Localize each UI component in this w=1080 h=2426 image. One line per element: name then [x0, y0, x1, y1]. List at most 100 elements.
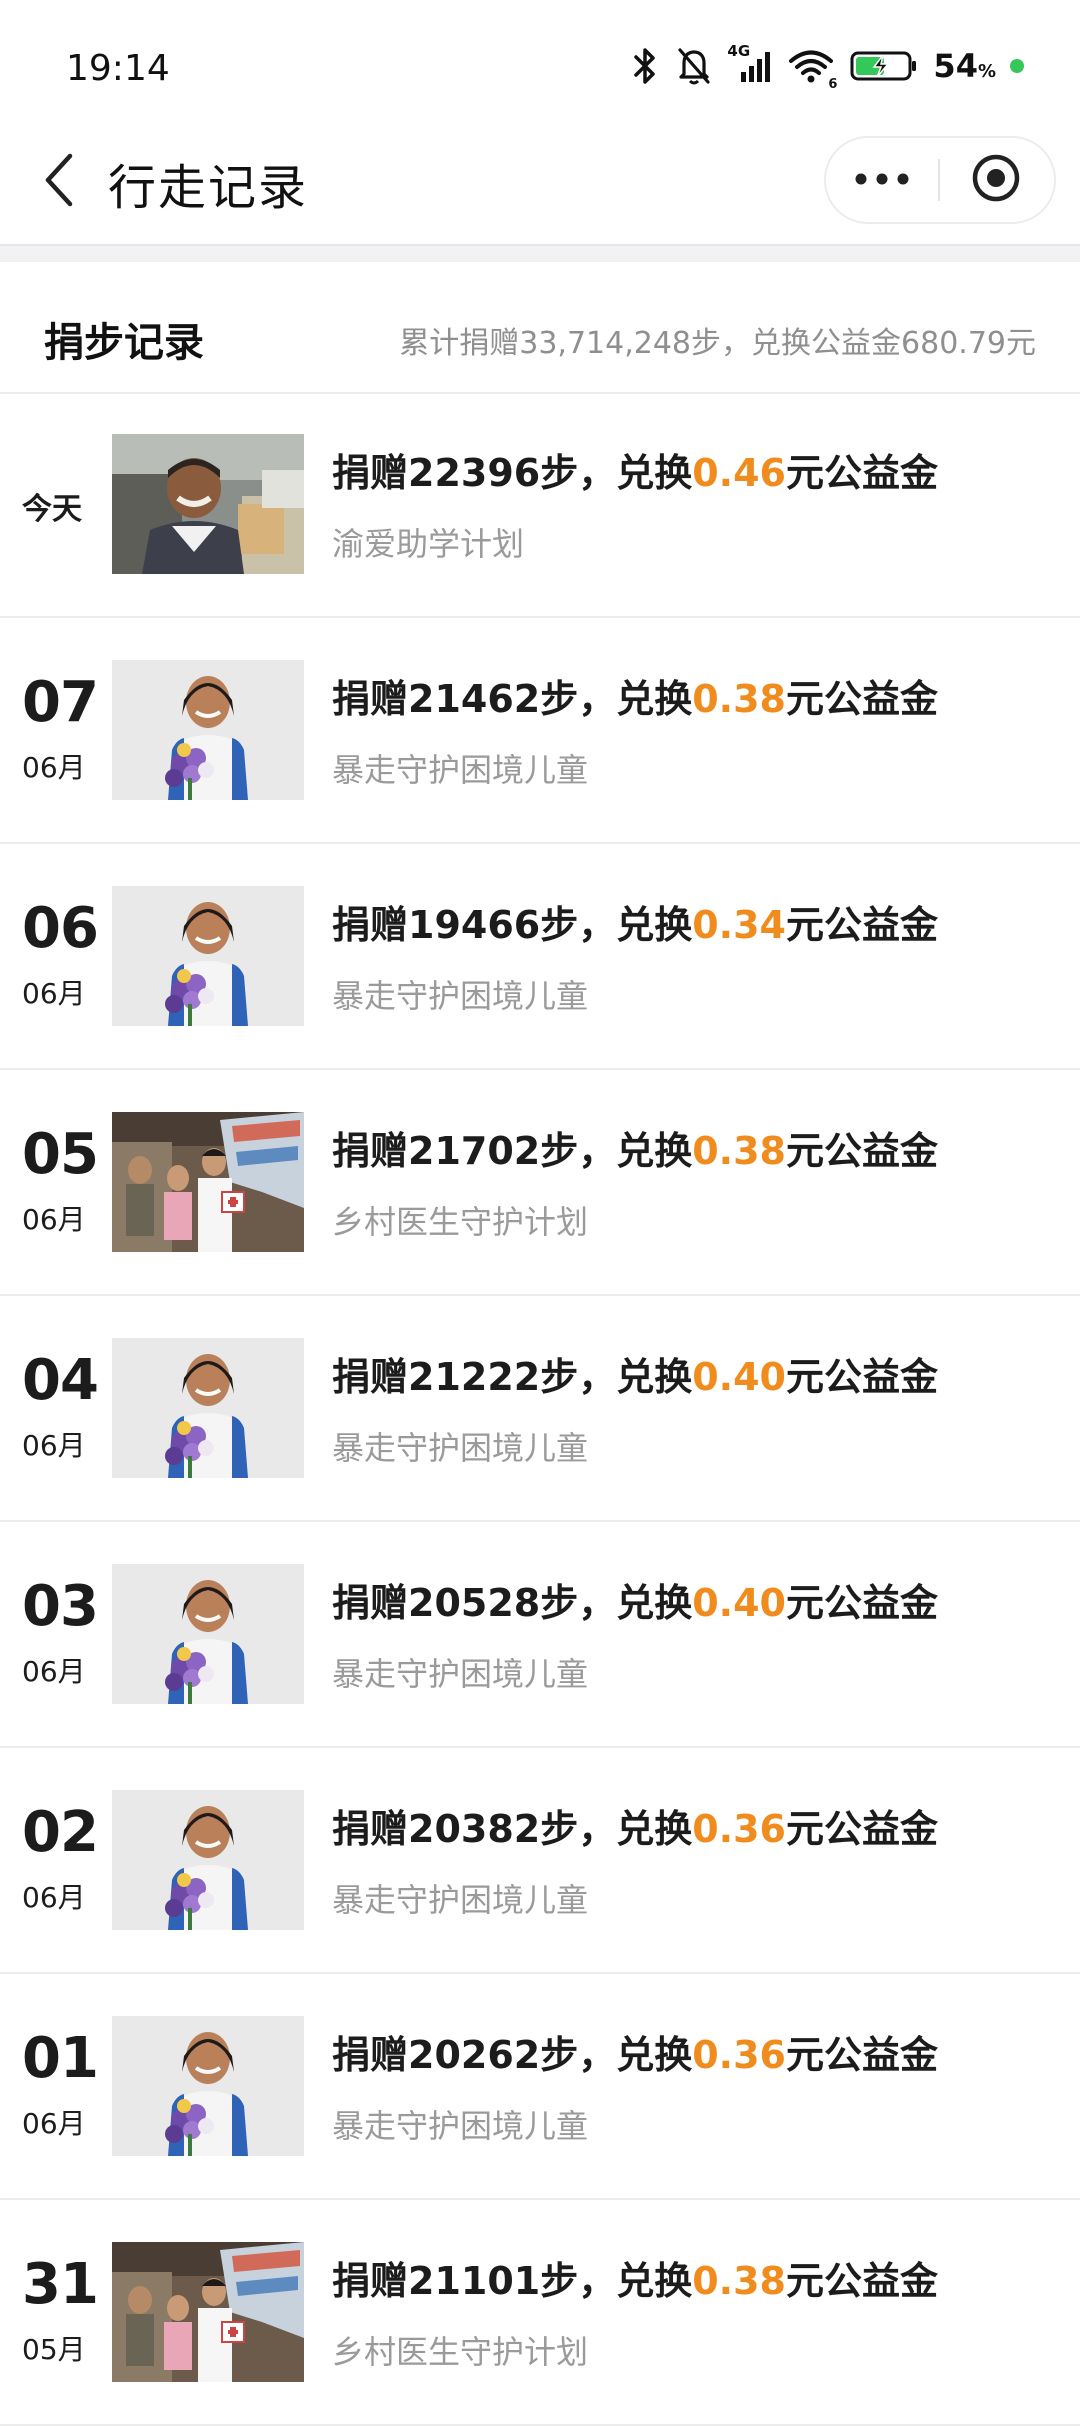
record-info: 捐赠20262步，兑换0.36元公益金暴走守护困境儿童	[332, 2024, 1060, 2147]
record-amount: 0.34	[692, 903, 786, 947]
project-thumbnail[interactable]	[112, 2242, 304, 2382]
record-amount: 0.36	[692, 2033, 786, 2077]
record-headline: 捐赠20382步，兑换0.36元公益金	[332, 1798, 1060, 1853]
record-month: 05月	[22, 2333, 86, 2366]
project-thumbnail[interactable]	[112, 434, 304, 574]
project-thumbnail[interactable]	[112, 2016, 304, 2156]
project-thumbnail[interactable]	[112, 660, 304, 800]
record-unit-text: 元公益金	[785, 2033, 938, 2077]
record-steps-text: 捐赠19466步，兑换	[332, 903, 693, 947]
record-steps-text: 捐赠21462步，兑换	[332, 677, 693, 721]
close-button[interactable]	[940, 138, 1052, 222]
bell-muted-icon	[675, 46, 713, 86]
record-project-name: 暴走守护困境儿童	[332, 1655, 589, 1693]
record-amount: 0.40	[692, 1581, 786, 1625]
record-unit-text: 元公益金	[785, 1129, 938, 1173]
project-thumbnail[interactable]	[112, 886, 304, 1026]
record-amount: 0.46	[692, 451, 786, 495]
record-project-name: 暴走守护困境儿童	[332, 977, 589, 1015]
more-dots-icon	[854, 171, 910, 190]
status-time: 19:14	[66, 48, 170, 89]
project-thumbnail[interactable]	[112, 1790, 304, 1930]
record-project-name: 渝爱助学计划	[332, 525, 525, 563]
privacy-indicator-dot	[1010, 59, 1024, 73]
record-day: 07	[22, 670, 99, 735]
record-month: 06月	[22, 1655, 86, 1688]
record-today-label: 今天	[22, 492, 82, 527]
record-month: 06月	[22, 977, 86, 1010]
record-info: 捐赠21702步，兑换0.38元公益金乡村医生守护计划	[332, 1120, 1060, 1243]
summary-total: 累计捐赠33,714,248步，兑换公益金680.79元	[399, 326, 1036, 361]
record-row[interactable]: 02 06月 捐赠20382步，兑换0.36元公益金 暴走守护困境儿童	[0, 1748, 1080, 1974]
record-info: 捐赠20382步，兑换0.36元公益金暴走守护困境儿童	[332, 1798, 1060, 1921]
record-date: 31 05月	[0, 2200, 112, 2422]
project-thumbnail[interactable]	[112, 1564, 304, 1704]
project-thumbnail[interactable]	[112, 1112, 304, 1252]
record-unit-text: 元公益金	[785, 903, 938, 947]
record-project-name: 暴走守护困境儿童	[332, 1881, 589, 1919]
more-button[interactable]	[826, 138, 938, 222]
record-month: 06月	[22, 1881, 86, 1914]
record-unit-text: 元公益金	[785, 1355, 938, 1399]
record-day: 05	[22, 1122, 99, 1187]
record-amount: 0.38	[692, 677, 786, 721]
record-date: 03 06月	[0, 1522, 112, 1744]
record-info: 捐赠21462步，兑换0.38元公益金 暴走守护困境儿童	[332, 668, 1060, 791]
record-steps-text: 捐赠21222步，兑换	[332, 1355, 693, 1399]
project-thumbnail[interactable]	[112, 1338, 304, 1478]
record-project-name: 暴走守护困境儿童	[332, 2107, 589, 2145]
record-day: 01	[22, 2026, 99, 2091]
record-project-name: 暴走守护困境儿童	[332, 1429, 589, 1467]
record-amount: 0.40	[692, 1355, 786, 1399]
record-date: 04 06月	[0, 1296, 112, 1518]
record-row[interactable]: 01 06月 捐赠20262步，兑换0.36元公益金暴走守护困境儿童	[0, 1974, 1080, 2200]
wifi-label: 6	[828, 77, 838, 92]
record-info: 捐赠21101步，兑换0.38元公益金 乡村医生守护计划	[332, 2250, 1060, 2373]
record-headline: 捐赠21702步，兑换0.38元公益金	[332, 1120, 1060, 1175]
record-date: 05 06月	[0, 1070, 112, 1292]
record-day: 31	[22, 2252, 99, 2317]
record-amount: 0.36	[692, 1807, 786, 1851]
nav-bar: 行走记录	[0, 120, 1080, 244]
record-row[interactable]: 05 06月 捐赠21702步，兑换0.38元公益金 乡村医生守护计划	[0, 1070, 1080, 1296]
record-steps-text: 捐赠21101步，兑换	[332, 2259, 693, 2303]
target-close-icon	[970, 152, 1022, 208]
record-row[interactable]: 04 06月 捐赠21222步，兑换0.40元公益金暴走守护困境儿童	[0, 1296, 1080, 1522]
donation-record-list: 今天 捐赠22396步，兑换0.46元公益金渝爱助学计划 07 06月 捐赠2146…	[0, 392, 1080, 2426]
record-headline: 捐赠21101步，兑换0.38元公益金	[332, 2250, 1060, 2305]
summary-header: 捐步记录 累计捐赠33,714,248步，兑换公益金680.79元	[0, 262, 1080, 394]
record-info: 捐赠22396步，兑换0.46元公益金渝爱助学计划	[332, 442, 1060, 565]
record-row[interactable]: 06 06月 捐赠19466步，兑换0.34元公益金暴走守护困境儿童	[0, 844, 1080, 1070]
record-headline: 捐赠22396步，兑换0.46元公益金	[332, 442, 1060, 497]
page-title: 行走记录	[108, 160, 309, 216]
battery-charging-icon	[849, 46, 919, 86]
wifi-icon: 6	[787, 46, 837, 92]
record-info: 捐赠20528步，兑换0.40元公益金 暴走守护困境儿童	[332, 1572, 1060, 1695]
section-divider	[0, 244, 1080, 262]
record-row[interactable]: 31 05月 捐赠21101步，兑换0.38元公益金 乡村医生守护计划	[0, 2200, 1080, 2426]
status-icons: 4G 6 54%	[631, 42, 1024, 92]
record-month: 06月	[22, 2107, 86, 2140]
mini-program-capsule	[824, 136, 1056, 224]
record-headline: 捐赠21222步，兑换0.40元公益金	[332, 1346, 1060, 1401]
record-row[interactable]: 07 06月 捐赠21462步，兑换0.38元公益金 暴走守护困境儿童	[0, 618, 1080, 844]
record-row[interactable]: 03 06月 捐赠20528步，兑换0.40元公益金 暴走守护困境儿童	[0, 1522, 1080, 1748]
summary-title: 捐步记录	[44, 320, 204, 366]
record-row[interactable]: 今天 捐赠22396步，兑换0.46元公益金渝爱助学计划	[0, 392, 1080, 618]
record-unit-text: 元公益金	[785, 451, 938, 495]
battery-percent: 54%	[933, 47, 996, 85]
record-month: 06月	[22, 1203, 86, 1236]
record-date: 02 06月	[0, 1748, 112, 1970]
status-bar: 19:14 4G 6 54%	[0, 0, 1080, 120]
record-steps-text: 捐赠20262步，兑换	[332, 2033, 693, 2077]
record-amount: 0.38	[692, 1129, 786, 1173]
back-button[interactable]	[30, 146, 90, 218]
record-project-name: 乡村医生守护计划	[332, 1203, 589, 1241]
record-unit-text: 元公益金	[785, 2259, 938, 2303]
record-month: 06月	[22, 751, 86, 784]
bluetooth-icon	[631, 46, 661, 86]
record-day: 02	[22, 1800, 99, 1865]
record-day: 06	[22, 896, 99, 961]
record-headline: 捐赠19466步，兑换0.34元公益金	[332, 894, 1060, 949]
signal-icon: 4G	[727, 42, 773, 86]
